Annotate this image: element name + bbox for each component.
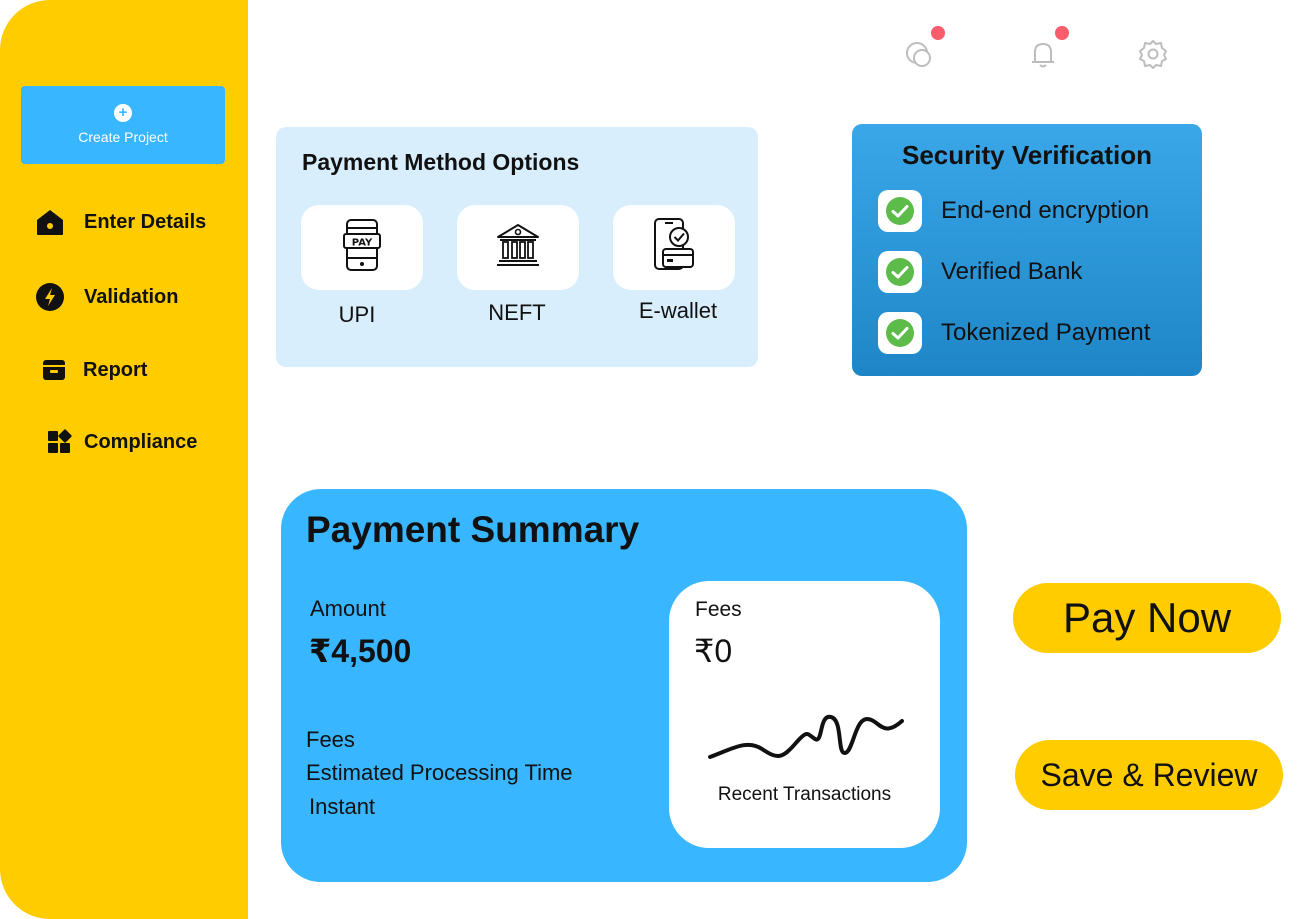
security-item-label: Verified Bank bbox=[941, 258, 1083, 285]
amount-label: Amount bbox=[310, 596, 386, 621]
save-review-button[interactable]: Save & Review bbox=[1015, 740, 1283, 810]
processing-time-label: Estimated Processing Time bbox=[306, 760, 573, 785]
home-icon bbox=[34, 206, 66, 238]
sidebar-item-report[interactable]: Report bbox=[38, 353, 147, 387]
sidebar-item-label: Report bbox=[83, 358, 148, 381]
amount-value: ₹4,500 bbox=[309, 633, 412, 669]
notification-dot bbox=[931, 26, 945, 40]
security-title: Security Verification bbox=[902, 140, 1152, 170]
upi-option[interactable]: PAY bbox=[301, 205, 423, 290]
archive-icon bbox=[38, 354, 70, 386]
ewallet-option[interactable] bbox=[613, 205, 735, 290]
security-item-label: Tokenized Payment bbox=[941, 319, 1151, 346]
pay-now-button[interactable]: Pay Now bbox=[1013, 583, 1281, 653]
sidebar-item-compliance[interactable]: Compliance bbox=[43, 425, 197, 459]
processing-time-value: Instant bbox=[309, 794, 376, 819]
payment-summary-title: Payment Summary bbox=[306, 509, 640, 550]
plus-icon: + bbox=[114, 104, 132, 122]
sidebar-item-validation[interactable]: Validation bbox=[34, 280, 178, 314]
payment-method-card: Payment Method Options PAY UPI NEFT E-wa… bbox=[276, 127, 758, 367]
sidebar-item-enter-details[interactable]: Enter Details bbox=[34, 205, 206, 239]
sidebar-item-label: Validation bbox=[84, 285, 179, 308]
grid-icon bbox=[43, 426, 75, 458]
create-project-button[interactable]: + Create Project bbox=[21, 86, 225, 164]
security-item-label: End-end encryption bbox=[941, 197, 1150, 224]
fees-card-label: Fees bbox=[695, 598, 742, 621]
fees-card-value: ₹0 bbox=[694, 633, 733, 669]
phone-pay-icon: PAY bbox=[342, 218, 382, 277]
security-item: End-end encryption bbox=[878, 189, 1149, 233]
bell-icon[interactable] bbox=[1027, 38, 1061, 72]
sidebar-item-label: Enter Details bbox=[84, 210, 207, 233]
security-item: Tokenized Payment bbox=[878, 311, 1150, 355]
neft-option[interactable] bbox=[457, 205, 579, 290]
fees-card: Fees ₹0 Recent Transactions bbox=[669, 581, 940, 848]
transactions-sparkline bbox=[708, 714, 904, 759]
check-circle-icon bbox=[878, 312, 922, 354]
payment-summary-card: Payment Summary Amount ₹4,500 Fees Estim… bbox=[281, 489, 967, 882]
notification-dot bbox=[1055, 26, 1069, 40]
upi-label: UPI bbox=[338, 302, 376, 327]
security-verification-card: Security Verification End-end encryption… bbox=[852, 124, 1202, 376]
sidebar-item-label: Compliance bbox=[84, 430, 198, 453]
fees-label: Fees bbox=[306, 727, 355, 752]
payment-method-title: Payment Method Options bbox=[302, 149, 580, 175]
gear-icon[interactable] bbox=[1137, 38, 1171, 72]
wallet-phone-icon bbox=[651, 217, 697, 278]
lightning-icon bbox=[34, 281, 66, 313]
neft-label: NEFT bbox=[488, 300, 546, 325]
create-project-label: Create Project bbox=[78, 129, 168, 145]
svg-text:PAY: PAY bbox=[352, 238, 373, 249]
recent-transactions-caption: Recent Transactions bbox=[717, 784, 892, 805]
sidebar: + Create Project Enter Details Validatio… bbox=[0, 0, 248, 919]
check-circle-icon bbox=[878, 190, 922, 232]
bank-icon bbox=[494, 221, 542, 274]
check-circle-icon bbox=[878, 251, 922, 293]
chat-icon[interactable] bbox=[902, 38, 936, 72]
ewallet-label: E-wallet bbox=[638, 298, 718, 323]
security-item: Verified Bank bbox=[878, 250, 1082, 294]
